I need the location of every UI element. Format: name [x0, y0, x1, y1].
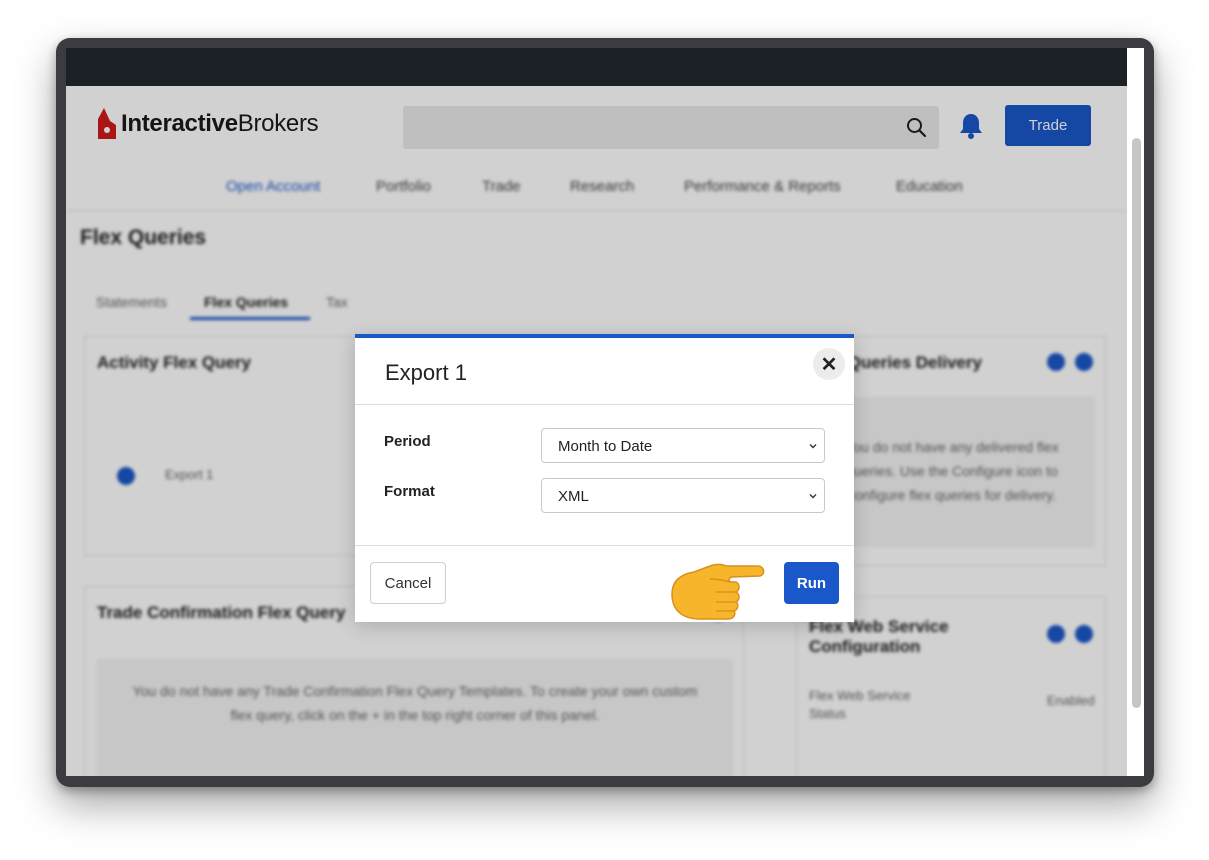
page: InteractiveBrokers Trade Open Account Po…: [66, 86, 1127, 776]
format-select[interactable]: XML: [541, 478, 825, 513]
modal-title: Export 1: [385, 360, 467, 385]
scrollbar-thumb[interactable]: [1132, 138, 1141, 708]
pointing-hand-icon: [671, 563, 765, 620]
export-modal: Export 1 ✕ Period Month to Date Format X…: [355, 334, 854, 622]
modal-divider: [355, 404, 854, 405]
browser-top-bar: [66, 48, 1144, 86]
cancel-button[interactable]: Cancel: [370, 562, 446, 604]
format-select-value: XML: [558, 488, 589, 505]
screen: InteractiveBrokers Trade Open Account Po…: [66, 48, 1144, 776]
period-select-value: Month to Date: [558, 438, 653, 455]
modal-divider: [355, 545, 854, 546]
period-label: Period: [384, 433, 431, 450]
period-select[interactable]: Month to Date: [541, 428, 825, 463]
scrollbar-track[interactable]: [1127, 48, 1144, 776]
format-label: Format: [384, 483, 435, 500]
chevron-down-icon: [809, 494, 817, 499]
run-button[interactable]: Run: [784, 562, 839, 604]
close-icon[interactable]: ✕: [813, 348, 845, 380]
chevron-down-icon: [809, 444, 817, 449]
device-frame: InteractiveBrokers Trade Open Account Po…: [56, 38, 1154, 787]
